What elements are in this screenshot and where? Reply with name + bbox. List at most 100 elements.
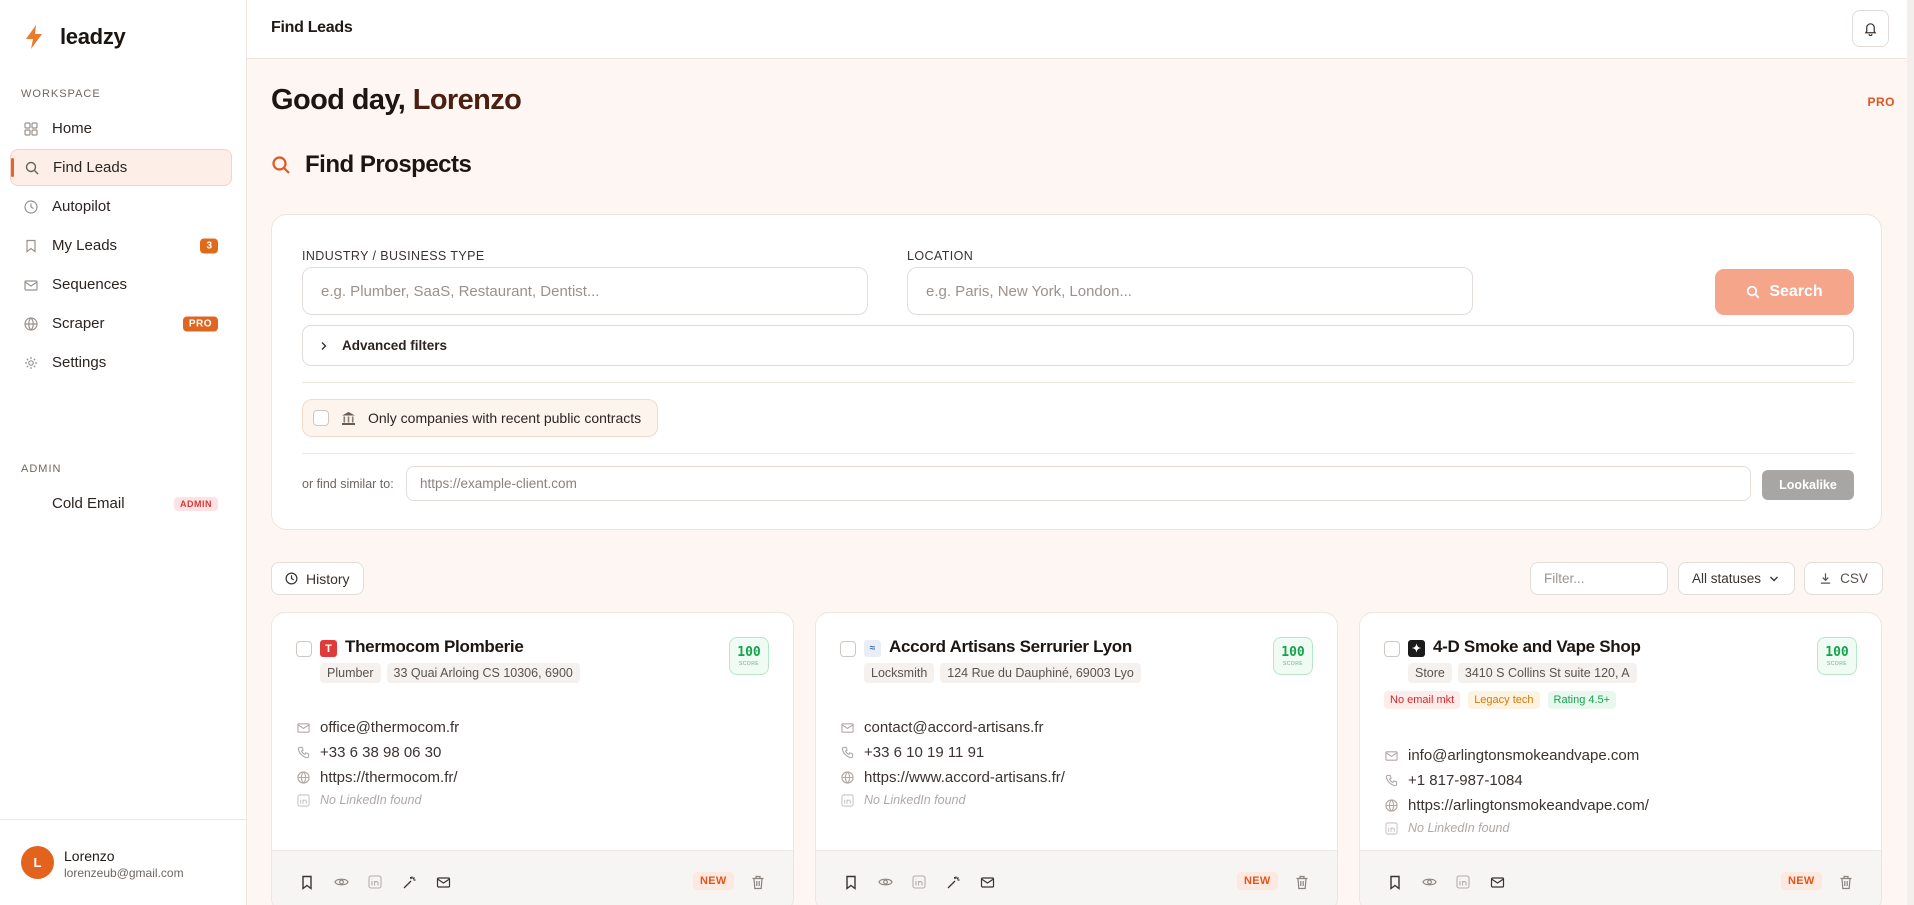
email-lead-button[interactable]	[1488, 873, 1506, 891]
linkedin-button[interactable]	[910, 873, 928, 891]
public-contracts-filter[interactable]: Only companies with recent public contra…	[302, 399, 659, 437]
linkedin-icon	[840, 793, 854, 807]
trash-icon	[1296, 875, 1308, 889]
linkedin-row: No LinkedIn found	[1384, 821, 1509, 835]
email-row[interactable]: contact@accord-artisans.fr	[840, 719, 1043, 736]
linkedin-button[interactable]	[366, 873, 384, 891]
email-lead-button[interactable]	[434, 873, 452, 891]
email-lead-button[interactable]	[978, 873, 996, 891]
bookmark-icon	[846, 875, 856, 890]
linkedin-row: No LinkedIn found	[840, 793, 965, 807]
industry-label: INDUSTRY / BUSINESS TYPE	[302, 249, 485, 263]
notifications-button[interactable]	[1852, 10, 1889, 47]
lead-name[interactable]: Thermocom Plomberie	[345, 637, 524, 657]
email-row[interactable]: info@arlingtonsmokeandvape.com	[1384, 747, 1639, 764]
brand[interactable]: leadzy	[22, 24, 126, 50]
email-row[interactable]: office@thermocom.fr	[296, 719, 459, 736]
history-button[interactable]: History	[271, 562, 364, 595]
sidebar-item-my-leads[interactable]: My Leads 3	[10, 227, 232, 264]
bookmark-icon	[24, 239, 38, 253]
admin-section-label: ADMIN	[21, 463, 62, 475]
clock-icon	[285, 572, 298, 585]
linkedin-icon	[1456, 875, 1470, 889]
sidebar: leadzy WORKSPACE Home Find Leads Autopil…	[0, 0, 247, 905]
csv-export-button[interactable]: CSV	[1804, 562, 1883, 595]
enrich-button[interactable]	[944, 873, 962, 891]
sidebar-item-autopilot[interactable]: Autopilot	[10, 188, 232, 225]
sidebar-item-find-leads[interactable]: Find Leads	[10, 149, 232, 186]
sidebar-item-settings[interactable]: Settings	[10, 344, 232, 381]
website-row[interactable]: https://arlingtonsmokeandvape.com/	[1384, 797, 1649, 814]
website-row[interactable]: https://thermocom.fr/	[296, 769, 458, 786]
phone-row[interactable]: +33 6 10 19 11 91	[840, 744, 984, 761]
save-lead-button[interactable]	[298, 873, 316, 891]
delete-lead-button[interactable]	[1837, 873, 1855, 891]
lead-phone: +33 6 10 19 11 91	[864, 744, 985, 761]
category-chip: Plumber	[320, 663, 381, 683]
csv-label: CSV	[1840, 571, 1868, 586]
lead-select-checkbox[interactable]	[1384, 641, 1400, 657]
lookalike-url-input[interactable]: https://example-client.com	[406, 466, 1751, 501]
filter-input[interactable]: Filter...	[1530, 562, 1668, 595]
lead-card[interactable]: T Thermocom Plomberie Plumber 33 Quai Ar…	[271, 612, 794, 905]
view-lead-button[interactable]	[332, 873, 350, 891]
sidebar-item-scraper[interactable]: Scraper PRO	[10, 305, 232, 342]
bell-icon	[1864, 23, 1877, 36]
view-lead-button[interactable]	[876, 873, 894, 891]
search-button[interactable]: Search	[1715, 269, 1854, 315]
status-badge: NEW	[1781, 872, 1822, 890]
magic-wand-icon	[403, 876, 415, 888]
eye-icon	[333, 878, 349, 886]
lead-linkedin: No LinkedIn found	[1408, 821, 1510, 835]
enrich-button[interactable]	[400, 873, 418, 891]
save-lead-button[interactable]	[1386, 873, 1404, 891]
status-select[interactable]: All statuses	[1678, 562, 1795, 595]
lead-website: https://www.accord-artisans.fr/	[864, 769, 1065, 786]
lead-website: https://thermocom.fr/	[320, 769, 458, 786]
user-email: lorenzeub@gmail.com	[64, 866, 184, 880]
phone-row[interactable]: +33 6 38 98 06 30	[296, 744, 441, 761]
website-row[interactable]: https://www.accord-artisans.fr/	[840, 769, 1065, 786]
main-content: Good day, Lorenzo PRO Find Prospects IND…	[247, 59, 1907, 905]
sidebar-item-cold-email[interactable]: Cold Email ADMIN	[10, 485, 232, 522]
phone-row[interactable]: +1 817-987-1084	[1384, 772, 1523, 789]
trash-icon	[1840, 875, 1852, 889]
linkedin-button[interactable]	[1454, 873, 1472, 891]
industry-input[interactable]: e.g. Plumber, SaaS, Restaurant, Dentist.…	[302, 267, 868, 315]
lead-card[interactable]: ✦ 4-D Smoke and Vape Shop Store 3410 S C…	[1359, 612, 1882, 905]
status-select-value: All statuses	[1692, 571, 1762, 586]
public-contracts-checkbox[interactable]	[313, 410, 329, 426]
advanced-filters-toggle[interactable]: Advanced filters	[302, 325, 1854, 366]
linkedin-icon	[912, 875, 926, 889]
company-logo: ✦	[1408, 640, 1425, 657]
lead-name[interactable]: Accord Artisans Serrurier Lyon	[889, 637, 1132, 657]
lookalike-button[interactable]: Lookalike	[1762, 470, 1854, 500]
company-logo: T	[320, 640, 337, 657]
globe-icon	[24, 316, 38, 331]
sidebar-item-label: Autopilot	[52, 198, 111, 215]
eye-icon	[1421, 878, 1437, 886]
sidebar-item-label: Cold Email	[52, 495, 125, 512]
view-lead-button[interactable]	[1420, 873, 1438, 891]
page-scrollbar[interactable]	[1907, 0, 1914, 905]
topbar: Find Leads	[247, 0, 1907, 59]
save-lead-button[interactable]	[842, 873, 860, 891]
delete-lead-button[interactable]	[1293, 873, 1311, 891]
user-profile[interactable]: L Lorenzo lorenzeub@gmail.com	[0, 819, 247, 905]
score-value: 100	[1281, 644, 1305, 660]
download-icon	[1820, 573, 1831, 584]
sidebar-item-label: Home	[52, 120, 93, 137]
lead-card[interactable]: ≈ Accord Artisans Serrurier Lyon Locksmi…	[815, 612, 1338, 905]
trash-icon	[752, 875, 764, 889]
delete-lead-button[interactable]	[749, 873, 767, 891]
lead-select-checkbox[interactable]	[840, 641, 856, 657]
score-value: 100	[737, 644, 761, 660]
sidebar-item-home[interactable]: Home	[10, 110, 232, 147]
lead-name[interactable]: 4-D Smoke and Vape Shop	[1433, 637, 1641, 657]
location-input[interactable]: e.g. Paris, New York, London...	[907, 267, 1473, 315]
phone-icon	[1384, 774, 1398, 788]
lead-select-checkbox[interactable]	[296, 641, 312, 657]
lead-meta: Store 3410 S Collins St suite 120, A	[1408, 663, 1637, 683]
divider	[302, 453, 1854, 454]
sidebar-item-sequences[interactable]: Sequences	[10, 266, 232, 303]
